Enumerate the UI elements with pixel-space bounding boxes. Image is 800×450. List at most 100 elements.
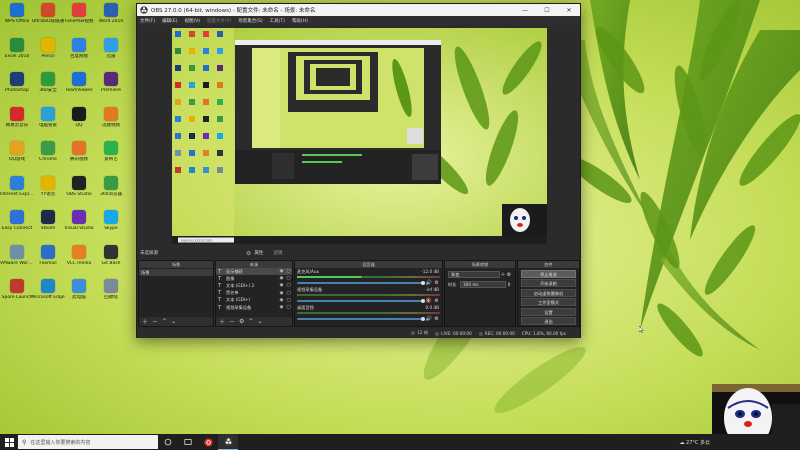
transition-type-select[interactable]: 渐变 [448,271,500,278]
desktop-icon[interactable]: Easy Connect [0,210,34,246]
desktop-icon[interactable]: 百度网盘 [62,37,96,74]
eye-icon[interactable]: ◉ [278,276,285,281]
lock-icon[interactable]: ▢ [285,283,292,288]
desktop-icon[interactable]: Word 2010 [94,3,128,39]
taskbar-obs[interactable] [218,434,238,450]
menu-item[interactable]: 配置文件(P) [207,18,231,24]
desktop-icon[interactable]: UltraISO软碟通 [31,3,65,39]
obs-titlebar[interactable]: OBS 27.0.0 (64-bit, windows) - 配置文件: 未命名… [137,4,580,16]
desktop-icon[interactable]: OBS Studio [62,175,96,212]
desktop-icon[interactable]: 网易云音乐 [0,106,34,143]
maximize-button[interactable]: ☐ [536,4,558,16]
desktop-icon[interactable]: QQ游戏 [0,141,34,177]
desktop-icon[interactable]: Steam [31,210,65,246]
menu-item[interactable]: 视图(V) [184,18,200,24]
move-down-icon[interactable]: ⌄ [257,318,262,325]
desktop-icon[interactable]: 360浏览器 [94,175,128,212]
desktop-icon[interactable]: VMware Workstation [0,244,34,281]
lock-icon[interactable]: ▢ [285,298,292,303]
desktop-icon[interactable]: Foxmail [31,244,65,281]
desktop-icon[interactable]: Visual Studio [62,210,96,246]
source-item[interactable]: T 显示捕获 ◉ ▢ [216,268,292,276]
move-up-icon[interactable]: ⌃ [248,318,253,325]
add-source-button[interactable]: ＋ [219,317,225,326]
eye-icon[interactable]: ◉ [278,305,285,310]
desktop-icon[interactable]: Microsoft Edge [31,279,65,315]
desktop-icon[interactable]: Premiere [94,72,128,108]
source-item[interactable]: T 黑名单 ◉ ▢ [216,290,292,297]
volume-fader[interactable]: 🔊 ⚙ [297,316,440,322]
add-scene-button[interactable]: ＋ [142,317,148,326]
desktop-icon[interactable]: YY语音 [31,175,65,212]
desktop-icon[interactable]: 迅捷视频 [94,106,128,143]
taskbar-netease-music[interactable] [198,434,218,450]
control-button[interactable]: 设置 [521,307,576,316]
properties-button[interactable]: ⚙ 属性 [246,250,263,257]
desktop-icon[interactable]: FonePaw视频 [62,3,96,39]
eye-icon[interactable]: ◉ [278,298,285,303]
lock-icon[interactable]: ▢ [285,269,292,274]
desktop-icon[interactable]: Spore Launch [0,279,34,315]
remove-source-button[interactable]: － [229,317,235,326]
gear-icon[interactable]: ⚙ [433,316,440,322]
obs-preview-canvas[interactable]: jiaoxue.kkcnf.com [172,28,547,244]
desktop-icon[interactable]: Internet Explorer [0,175,34,212]
move-down-icon[interactable]: ⌄ [171,318,176,325]
app-icon [104,37,118,52]
move-up-icon[interactable]: ⌃ [162,318,167,325]
menu-item[interactable]: 帮助(H) [292,18,308,24]
lock-icon[interactable]: ▢ [285,291,292,296]
taskbar-search-box[interactable]: ⚲ 在这里输入你要搜索的内容 [18,435,158,449]
source-item[interactable]: T 图像 ◉ ▢ [216,275,292,282]
desktop-icon[interactable]: 电脑管家 [31,106,65,143]
desktop-icon[interactable]: Photoshop [0,72,34,108]
minimize-button[interactable]: — [514,4,536,16]
menu-item[interactable]: 场景集合(S) [238,18,262,24]
desktop-icon[interactable]: 迅雷 [94,37,128,74]
desktop-icon[interactable]: Excel 2010 [0,37,34,74]
menu-item[interactable]: 编辑(E) [162,18,177,24]
desktop-icon[interactable]: 腾讯视频 [62,141,96,177]
desktop-icon[interactable]: 360安全 [31,72,65,108]
transition-settings-gear-icon[interactable]: ⚙ [506,272,512,278]
start-button[interactable] [0,434,18,450]
desktop-icon[interactable]: 爱奇艺 [94,141,128,177]
control-button[interactable]: 开始录制 [521,279,576,287]
scene-item[interactable]: 场景 [139,269,213,276]
remove-scene-button[interactable]: － [152,317,158,326]
source-item[interactable]: T 文本 (GDI+) 2 ◉ ▢ [216,282,292,289]
filters-button[interactable]: 滤镜 [273,250,282,256]
menu-item[interactable]: 文件(F) [140,18,155,24]
desktop-icon[interactable]: QQ [62,106,96,143]
desktop-icon[interactable]: WPS Office [0,3,34,39]
taskbar-edge[interactable] [178,434,198,450]
eye-icon[interactable]: ◉ [278,283,285,288]
desktop-icon[interactable]: Pencil [31,37,65,74]
desktop-icon[interactable]: TeamViewer [62,72,96,108]
task-view-button[interactable] [158,434,178,450]
lock-icon[interactable]: ▢ [285,305,292,310]
desktop-icon[interactable]: 回收站 [94,279,128,315]
lock-icon[interactable]: ▢ [285,276,292,281]
speaker-icon[interactable]: 🔊 [425,316,433,322]
close-button[interactable]: ✕ [558,4,580,16]
control-button[interactable]: 启动虚拟摄像机 [521,288,576,297]
desktop-icon[interactable]: Chrome [31,141,65,177]
obs-window[interactable]: OBS 27.0.0 (64-bit, windows) - 配置文件: 未命名… [136,3,581,338]
desktop-icon[interactable]: Git Bash [94,244,128,281]
control-button[interactable]: 退出 [521,317,576,325]
desktop-icon[interactable]: Skype [94,210,128,246]
eye-icon[interactable]: ◉ [278,269,285,274]
control-button[interactable]: 停止推流 [521,269,576,278]
menu-item[interactable]: 工具(T) [270,18,285,24]
desktop-icon[interactable]: VLC media [62,244,96,281]
weather-widget[interactable]: ☁ 27°C 多云 [679,439,710,446]
source-item[interactable]: T 文本 (GDI+) ◉ ▢ [216,297,292,304]
duration-spinbox[interactable]: 300 ms [460,281,506,288]
desktop-icon[interactable]: 此电脑 [62,279,96,315]
source-properties-gear-icon[interactable]: ⚙ [239,318,244,325]
eye-icon[interactable]: ◉ [278,291,285,296]
control-button[interactable]: 工作室模式 [521,298,576,306]
source-item[interactable]: T 视频采集设备 ◉ ▢ [216,304,292,311]
duration-stepper-icon[interactable]: ⇕ [506,282,512,288]
